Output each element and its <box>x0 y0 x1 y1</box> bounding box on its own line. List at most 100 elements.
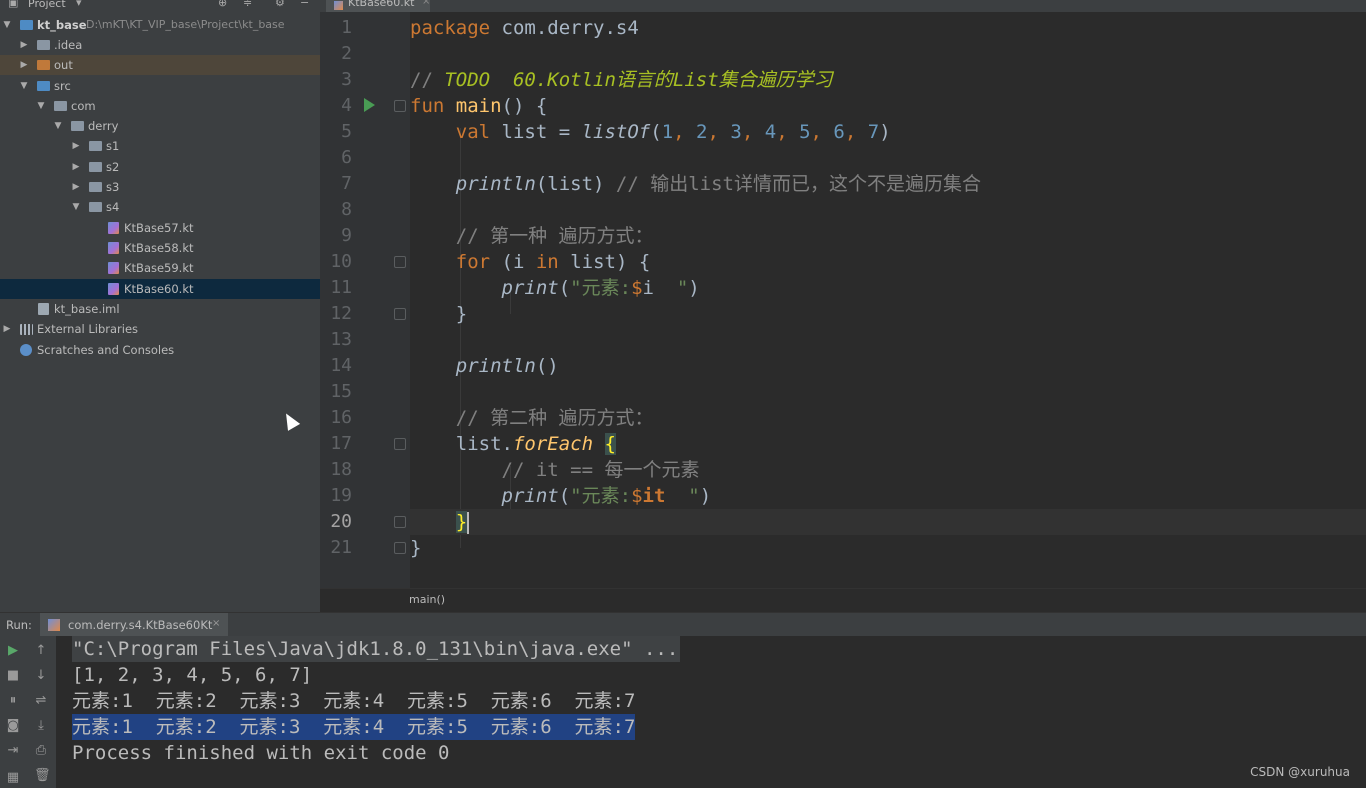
keyword: fun <box>410 95 445 117</box>
tree-item-s3[interactable]: ▶ s3 <box>0 177 320 197</box>
fold-marker-icon[interactable] <box>394 100 406 112</box>
locate-file-icon[interactable]: ⊕ <box>218 0 227 9</box>
expand-arrow-icon[interactable]: ▼ <box>53 116 63 136</box>
fold-marker-icon[interactable] <box>394 438 406 450</box>
fold-marker-icon[interactable] <box>394 516 406 528</box>
code-line-5: val list = listOf(1, 2, 3, 4, 5, 6, 7) <box>455 121 891 143</box>
print-icon[interactable]: ⎙ <box>34 744 48 758</box>
function-call: println <box>455 173 536 195</box>
package-icon <box>89 182 102 192</box>
fold-marker-icon[interactable] <box>394 542 406 554</box>
expand-arrow-icon[interactable]: ▼ <box>71 197 81 217</box>
tree-item-label: s4 <box>106 200 120 214</box>
comment: // 第二种 遍历方式： <box>455 407 654 429</box>
trash-icon[interactable]: 🗑 <box>34 769 51 783</box>
tab-label: KtBase60.kt <box>348 0 415 9</box>
tree-item-out[interactable]: ▶ out <box>0 55 320 75</box>
expand-arrow-icon[interactable]: ▼ <box>2 15 12 35</box>
tree-item-label: KtBase60.kt <box>124 282 194 296</box>
run-main-icon[interactable] <box>364 98 375 112</box>
line-number: 19 <box>330 485 352 506</box>
tree-item-label: External Libraries <box>37 322 139 336</box>
tree-item-com[interactable]: ▼ com <box>0 96 320 116</box>
matched-brace: } <box>455 511 468 533</box>
line-number: 7 <box>341 173 352 194</box>
matched-brace: { <box>604 433 616 455</box>
tree-item-label: .idea <box>54 38 83 52</box>
tree-item-label: s3 <box>106 180 120 194</box>
tree-item-s4[interactable]: ▼ s4 <box>0 197 320 217</box>
package-icon <box>71 121 84 131</box>
rerun-icon[interactable]: ▶ <box>6 644 20 658</box>
code-editor[interactable]: package com.derry.s4 // TODO 60.Kotlin语言… <box>410 12 1366 588</box>
fold-marker-icon[interactable] <box>394 308 406 320</box>
code-text: (list) <box>535 173 616 195</box>
code-text: ( <box>558 277 571 299</box>
tree-item-idea[interactable]: ▶ .idea <box>0 35 320 55</box>
close-icon[interactable]: × <box>422 0 430 7</box>
hide-panel-icon[interactable]: − <box>300 0 309 9</box>
expand-arrow-icon[interactable]: ▶ <box>71 136 81 156</box>
console-line: 元素:1 元素:2 元素:3 元素:4 元素:5 元素:6 元素:7 <box>72 690 636 712</box>
arrow-down-icon[interactable]: ↓ <box>34 669 48 683</box>
function-call: listOf <box>581 121 651 143</box>
expand-arrow-icon[interactable]: ▶ <box>2 319 12 339</box>
console-line-selected: 元素:1 元素:2 元素:3 元素:4 元素:5 元素:6 元素:7 <box>72 714 636 740</box>
expand-arrow-icon[interactable]: ▶ <box>71 177 81 197</box>
tree-item-label: com <box>71 99 96 113</box>
run-tab-label: com.derry.s4.KtBase60Kt <box>68 618 213 632</box>
console-line: [1, 2, 3, 4, 5, 6, 7] <box>72 664 313 686</box>
console-output[interactable]: "C:\Program Files\Java\jdk1.8.0_131\bin\… <box>56 636 1366 788</box>
tree-item-label: s2 <box>106 160 120 174</box>
chevron-down-icon[interactable]: ▾ <box>76 0 82 9</box>
tree-item-ktbase60[interactable]: KtBase60.kt <box>0 279 320 299</box>
tree-item-kt-base-iml[interactable]: kt_base.iml <box>0 299 320 319</box>
expand-arrow-icon[interactable]: ▶ <box>19 55 29 75</box>
exit-icon[interactable]: ⇥ <box>6 744 20 758</box>
folder-orange-icon <box>37 60 50 70</box>
soft-wrap-icon[interactable]: ⇌ <box>34 694 48 708</box>
tree-item-s1[interactable]: ▶ s1 <box>0 136 320 156</box>
number: 5 <box>799 121 811 143</box>
run-label: Run: <box>6 618 32 632</box>
number: 7 <box>867 121 880 143</box>
tree-item-src[interactable]: ▼ src <box>0 76 320 96</box>
expand-arrow-icon[interactable]: ▼ <box>36 96 46 116</box>
camera-icon[interactable]: ◙ <box>6 719 20 733</box>
layout-icon[interactable]: ▦ <box>6 771 20 785</box>
tree-item-external-libraries[interactable]: ▶ External Libraries <box>0 319 320 339</box>
stop-icon[interactable]: ■ <box>6 669 20 683</box>
arrow-up-icon[interactable]: ↑ <box>34 644 48 658</box>
comment: // 第一种 遍历方式： <box>455 225 654 247</box>
run-config-tab[interactable]: com.derry.s4.KtBase60Kt × <box>40 613 228 637</box>
tree-item-label: derry <box>88 119 119 133</box>
code-text: ) <box>688 277 700 299</box>
package-icon <box>89 202 102 212</box>
expand-arrow-icon[interactable]: ▶ <box>19 35 29 55</box>
tree-item-scratches[interactable]: Scratches and Consoles <box>0 340 320 360</box>
tree-item-derry[interactable]: ▼ derry <box>0 116 320 136</box>
fold-marker-icon[interactable] <box>394 256 406 268</box>
tree-item-s2[interactable]: ▶ s2 <box>0 157 320 177</box>
breadcrumb-item-main[interactable]: main() <box>409 593 445 606</box>
pause-icon[interactable]: ⏸ <box>6 694 20 708</box>
project-view-selector[interactable]: Project <box>28 0 66 10</box>
collapse-all-icon[interactable]: ≑ <box>243 0 252 9</box>
tree-item-ktbase58[interactable]: KtBase58.kt <box>0 238 320 258</box>
tree-item-ktbase59[interactable]: KtBase59.kt <box>0 258 320 278</box>
tree-item-ktbase57[interactable]: KtBase57.kt <box>0 218 320 238</box>
close-icon[interactable]: × <box>212 618 220 629</box>
kotlin-file-icon <box>108 283 119 295</box>
gear-icon[interactable]: ⚙ <box>275 0 285 9</box>
line-number: 14 <box>330 355 352 376</box>
code-text: (i <box>490 251 536 273</box>
code-line-19: print("元素:$it ") <box>410 483 1366 509</box>
expand-arrow-icon[interactable]: ▼ <box>19 76 29 96</box>
tree-item-kt-base[interactable]: ▼ kt_base D:\mKT\KT_VIP_base\Project\kt_… <box>0 15 320 35</box>
line-number: 6 <box>341 147 352 168</box>
function-call: println <box>455 355 536 377</box>
folder-icon <box>37 40 50 50</box>
tree-item-label: Scratches and Consoles <box>37 343 175 357</box>
scroll-to-end-icon[interactable]: ⤓ <box>34 719 48 733</box>
expand-arrow-icon[interactable]: ▶ <box>71 157 81 177</box>
